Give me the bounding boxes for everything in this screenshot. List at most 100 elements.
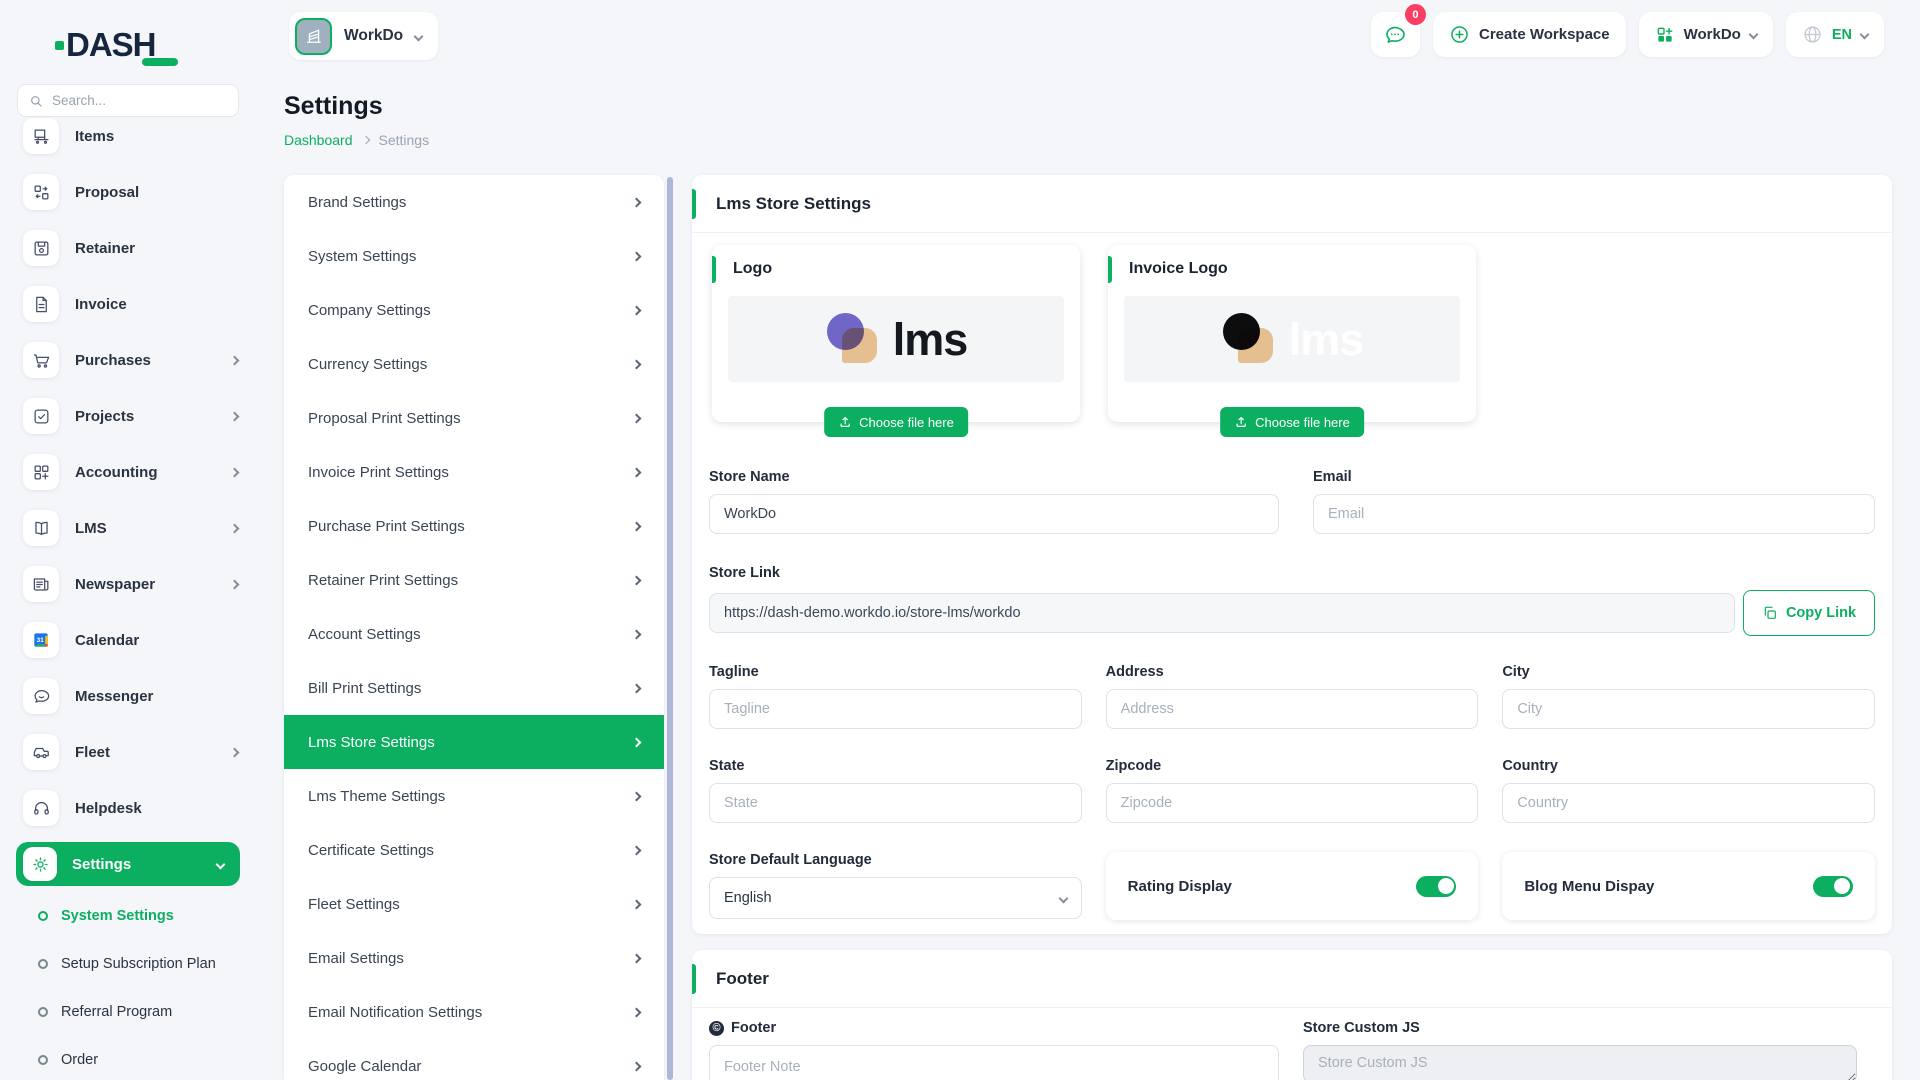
footer-panel-title: Footer bbox=[716, 969, 769, 989]
store-custom-js-textarea[interactable] bbox=[1303, 1045, 1857, 1080]
chevron-right-icon bbox=[230, 411, 240, 421]
settings-menu-item-invoice-print-settings[interactable]: Invoice Print Settings bbox=[284, 445, 664, 499]
language-selector[interactable]: EN bbox=[1786, 12, 1884, 57]
city-input[interactable] bbox=[1502, 689, 1875, 729]
settings-menu-item-lms-store-settings[interactable]: Lms Store Settings bbox=[284, 715, 664, 769]
retainer-icon bbox=[23, 230, 59, 266]
lms-logo-text: lms bbox=[893, 317, 968, 362]
sidebar-subitem-setup-subscription-plan[interactable]: Setup Subscription Plan bbox=[0, 940, 256, 988]
workspace-switcher[interactable]: WorkDo bbox=[289, 12, 438, 60]
chevron-right-icon bbox=[632, 197, 642, 207]
zipcode-label: Zipcode bbox=[1106, 758, 1479, 774]
chevron-right-icon bbox=[632, 791, 642, 801]
sidebar-item-proposal[interactable]: Proposal bbox=[0, 164, 256, 220]
chevron-down-icon bbox=[216, 859, 226, 869]
settings-menu-item-system-settings[interactable]: System Settings bbox=[284, 229, 664, 283]
chevron-right-icon bbox=[230, 523, 240, 533]
chat-icon bbox=[1383, 23, 1407, 47]
lms-invoice-logo-text: lms bbox=[1289, 317, 1364, 362]
sidebar-item-retainer[interactable]: Retainer bbox=[0, 220, 256, 276]
settings-menu-item-fleet-settings[interactable]: Fleet Settings bbox=[284, 877, 664, 931]
chevron-right-icon bbox=[632, 629, 642, 639]
store-link-row: Store Link Copy Link bbox=[709, 565, 1875, 636]
breadcrumb-dashboard-link[interactable]: Dashboard bbox=[284, 132, 353, 148]
chevron-right-icon bbox=[632, 413, 642, 423]
sidebar-item-calendar[interactable]: 31 Calendar bbox=[0, 612, 256, 668]
store-default-language-select[interactable]: English bbox=[709, 877, 1082, 919]
settings-menu-item-google-calendar[interactable]: Google Calendar bbox=[284, 1039, 664, 1080]
sidebar-subitem-referral-program[interactable]: Referral Program bbox=[0, 988, 256, 1036]
breadcrumb-current: Settings bbox=[379, 132, 430, 148]
store-link-input[interactable] bbox=[709, 593, 1735, 633]
chevron-right-icon bbox=[632, 737, 642, 747]
settings-menu-item-account-settings[interactable]: Account Settings bbox=[284, 607, 664, 661]
settings-menu-item-retainer-print-settings[interactable]: Retainer Print Settings bbox=[284, 553, 664, 607]
bullet-icon bbox=[38, 1007, 48, 1017]
sidebar-item-messenger[interactable]: Messenger bbox=[0, 668, 256, 724]
tagline-input[interactable] bbox=[709, 689, 1082, 729]
bullet-icon bbox=[38, 959, 48, 969]
panel-body: Logo lms Choose file here Invoice Logo bbox=[692, 233, 1892, 934]
settings-menu-item-certificate-settings[interactable]: Certificate Settings bbox=[284, 823, 664, 877]
footer-note-label: Footer bbox=[731, 1020, 776, 1036]
workspace-menu-label: WorkDo bbox=[1684, 26, 1741, 43]
search-input[interactable] bbox=[52, 93, 229, 108]
search-icon bbox=[28, 93, 44, 109]
chevron-right-icon bbox=[632, 1061, 642, 1071]
chevron-right-icon bbox=[230, 579, 240, 589]
settings-menu-item-email-settings[interactable]: Email Settings bbox=[284, 931, 664, 985]
state-input[interactable] bbox=[709, 783, 1082, 823]
sidebar-subitem-order[interactable]: Order bbox=[0, 1036, 256, 1080]
topbar: WorkDo 0 Create Workspace WorkDo bbox=[256, 0, 1920, 76]
settings-menu-item-brand-settings[interactable]: Brand Settings bbox=[284, 175, 664, 229]
workspace-menu-button[interactable]: WorkDo bbox=[1639, 12, 1773, 57]
chat-button[interactable]: 0 bbox=[1371, 12, 1420, 57]
sidebar-item-invoice[interactable]: Invoice bbox=[0, 276, 256, 332]
settings-menu-item-purchase-print-settings[interactable]: Purchase Print Settings bbox=[284, 499, 664, 553]
sidebar-item-accounting[interactable]: Accounting bbox=[0, 444, 256, 500]
chevron-down-icon bbox=[414, 31, 424, 41]
settings-menu-card: Brand Settings System Settings Company S… bbox=[284, 175, 664, 1080]
chevron-right-icon bbox=[632, 899, 642, 909]
chevron-right-icon bbox=[230, 355, 240, 365]
settings-menu-item-lms-theme-settings[interactable]: Lms Theme Settings bbox=[284, 769, 664, 823]
email-input[interactable] bbox=[1313, 494, 1875, 534]
zipcode-input[interactable] bbox=[1106, 783, 1479, 823]
store-name-email-row: Store Name Email bbox=[709, 469, 1875, 534]
settings-menu-item-proposal-print-settings[interactable]: Proposal Print Settings bbox=[284, 391, 664, 445]
footer-note-input[interactable] bbox=[709, 1045, 1279, 1080]
settings-menu-item-email-notification-settings[interactable]: Email Notification Settings bbox=[284, 985, 664, 1039]
sidebar-item-newspaper[interactable]: Newspaper bbox=[0, 556, 256, 612]
chevron-right-icon bbox=[632, 1007, 642, 1017]
settings-menu-item-currency-settings[interactable]: Currency Settings bbox=[284, 337, 664, 391]
logo-cards-row: Logo lms Choose file here Invoice Logo bbox=[712, 245, 1875, 422]
rating-display-toggle[interactable] bbox=[1416, 876, 1456, 897]
sidebar-item-projects[interactable]: Projects bbox=[0, 388, 256, 444]
settings-menu-item-bill-print-settings[interactable]: Bill Print Settings bbox=[284, 661, 664, 715]
proposal-icon bbox=[23, 174, 59, 210]
sidebar-item-items[interactable]: Items bbox=[0, 108, 256, 164]
sidebar-item-purchases[interactable]: Purchases bbox=[0, 332, 256, 388]
address-input[interactable] bbox=[1106, 689, 1479, 729]
country-input[interactable] bbox=[1502, 783, 1875, 823]
sidebar-item-helpdesk[interactable]: Helpdesk bbox=[0, 780, 256, 836]
create-workspace-button[interactable]: Create Workspace bbox=[1433, 12, 1626, 57]
sidebar-subitem-system-settings[interactable]: System Settings bbox=[0, 892, 256, 940]
blog-menu-display-toggle[interactable] bbox=[1813, 876, 1853, 897]
chevron-down-icon bbox=[1058, 893, 1068, 903]
app-logo[interactable]: DASH bbox=[66, 26, 256, 64]
copyright-icon: © bbox=[709, 1021, 724, 1036]
sidebar-item-lms[interactable]: LMS bbox=[0, 500, 256, 556]
settings-list-scrollbar[interactable] bbox=[667, 177, 673, 1080]
choose-file-button[interactable]: Choose file here bbox=[1220, 407, 1364, 437]
headphones-icon bbox=[23, 790, 59, 826]
page-head: Settings Dashboard Settings bbox=[284, 92, 429, 148]
store-name-input[interactable] bbox=[709, 494, 1279, 534]
choose-file-button[interactable]: Choose file here bbox=[824, 407, 968, 437]
footer-settings-panel: Footer © Footer Store Custom JS bbox=[692, 950, 1892, 1080]
sidebar-item-settings[interactable]: Settings bbox=[16, 842, 240, 886]
settings-menu-item-company-settings[interactable]: Company Settings bbox=[284, 283, 664, 337]
copy-link-button[interactable]: Copy Link bbox=[1743, 590, 1875, 636]
sidebar-item-fleet[interactable]: Fleet bbox=[0, 724, 256, 780]
chevron-right-icon bbox=[632, 683, 642, 693]
